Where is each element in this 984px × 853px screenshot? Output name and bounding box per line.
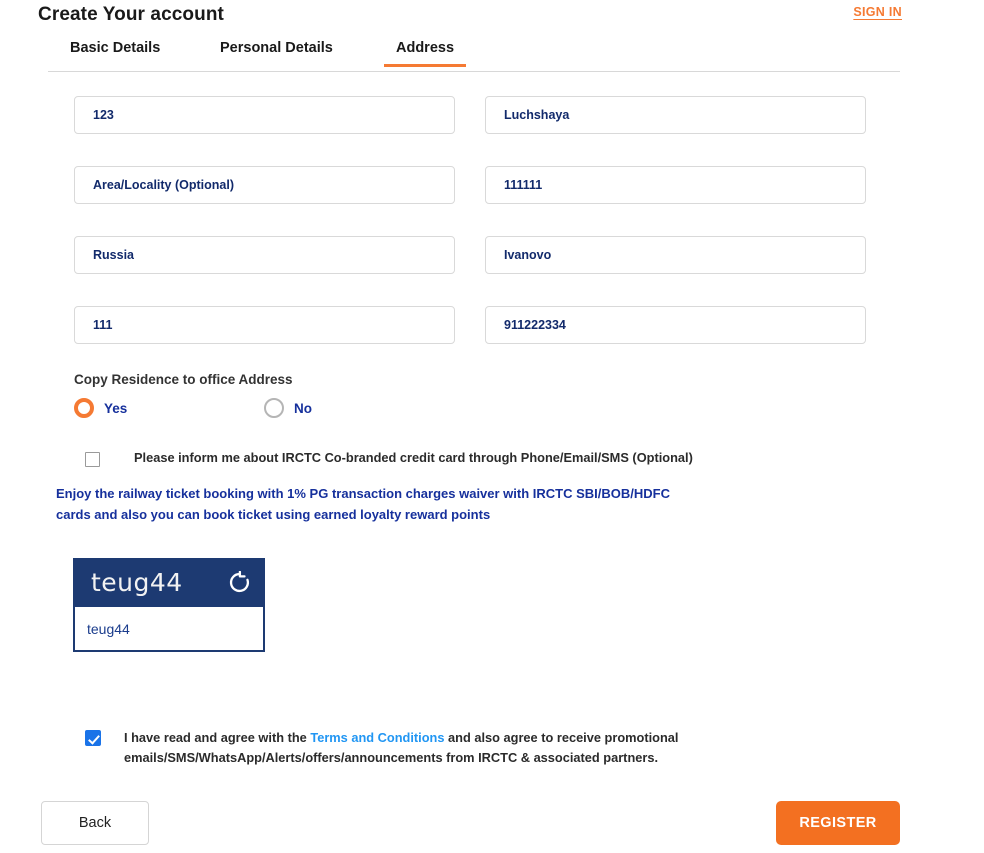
- tab-basic-details[interactable]: Basic Details: [70, 40, 160, 66]
- registration-tabs: Basic Details Personal Details Address: [48, 40, 900, 73]
- promo-text: Enjoy the railway ticket booking with 1%…: [56, 483, 846, 525]
- captcha-image: teug44: [73, 558, 265, 607]
- captcha-section: teug44: [73, 558, 265, 652]
- form-row-4: [0, 306, 984, 376]
- address-form: [0, 96, 984, 376]
- terms-checkbox[interactable]: [85, 730, 101, 746]
- promo-line-1: Enjoy the railway ticket booking with 1%…: [56, 486, 671, 501]
- city-input[interactable]: [485, 236, 866, 274]
- terms-text-before: I have read and agree with the: [124, 730, 307, 745]
- credit-card-checkbox[interactable]: [85, 452, 100, 467]
- form-row-2: [0, 166, 984, 236]
- captcha-code-text: teug44: [91, 568, 183, 597]
- pin-code-input[interactable]: [485, 166, 866, 204]
- footer-actions: Back REGISTER: [0, 801, 984, 849]
- promo-line-2: cards and also you can book ticket using…: [56, 507, 491, 522]
- form-row-1: [0, 96, 984, 166]
- radio-copy-residence-yes[interactable]: Yes: [74, 398, 127, 418]
- radio-selected-icon: [74, 398, 94, 418]
- refresh-icon[interactable]: [228, 571, 251, 594]
- radio-no-label: No: [294, 400, 312, 416]
- country-input[interactable]: [74, 236, 455, 274]
- copy-residence-label: Copy Residence to office Address: [74, 372, 293, 387]
- phone-input[interactable]: [485, 306, 866, 344]
- page-header: Create Your account SIGN IN: [0, 0, 984, 34]
- radio-unselected-icon: [264, 398, 284, 418]
- captcha-input[interactable]: [73, 607, 265, 652]
- tab-personal-details[interactable]: Personal Details: [220, 40, 333, 66]
- area-locality-input[interactable]: [74, 166, 455, 204]
- radio-copy-residence-no[interactable]: No: [264, 398, 312, 418]
- tab-address[interactable]: Address: [383, 40, 467, 67]
- street-lane-input[interactable]: [485, 96, 866, 134]
- terms-text: I have read and agree with the Terms and…: [124, 728, 875, 768]
- terms-row: I have read and agree with the Terms and…: [85, 728, 875, 768]
- radio-yes-label: Yes: [104, 400, 128, 416]
- credit-card-optin-row[interactable]: Please inform me about IRCTC Co-branded …: [85, 450, 693, 467]
- terms-and-conditions-link[interactable]: Terms and Conditions: [310, 730, 444, 745]
- register-button[interactable]: REGISTER: [776, 801, 900, 845]
- credit-card-label: Please inform me about IRCTC Co-branded …: [134, 450, 693, 465]
- flat-door-block-input[interactable]: [74, 96, 455, 134]
- sign-in-link[interactable]: SIGN IN: [853, 5, 902, 19]
- page-title: Create Your account: [38, 4, 224, 25]
- back-button[interactable]: Back: [41, 801, 149, 845]
- post-office-input[interactable]: [74, 306, 455, 344]
- form-row-3: [0, 236, 984, 306]
- tabs-row: Basic Details Personal Details Address: [48, 40, 900, 72]
